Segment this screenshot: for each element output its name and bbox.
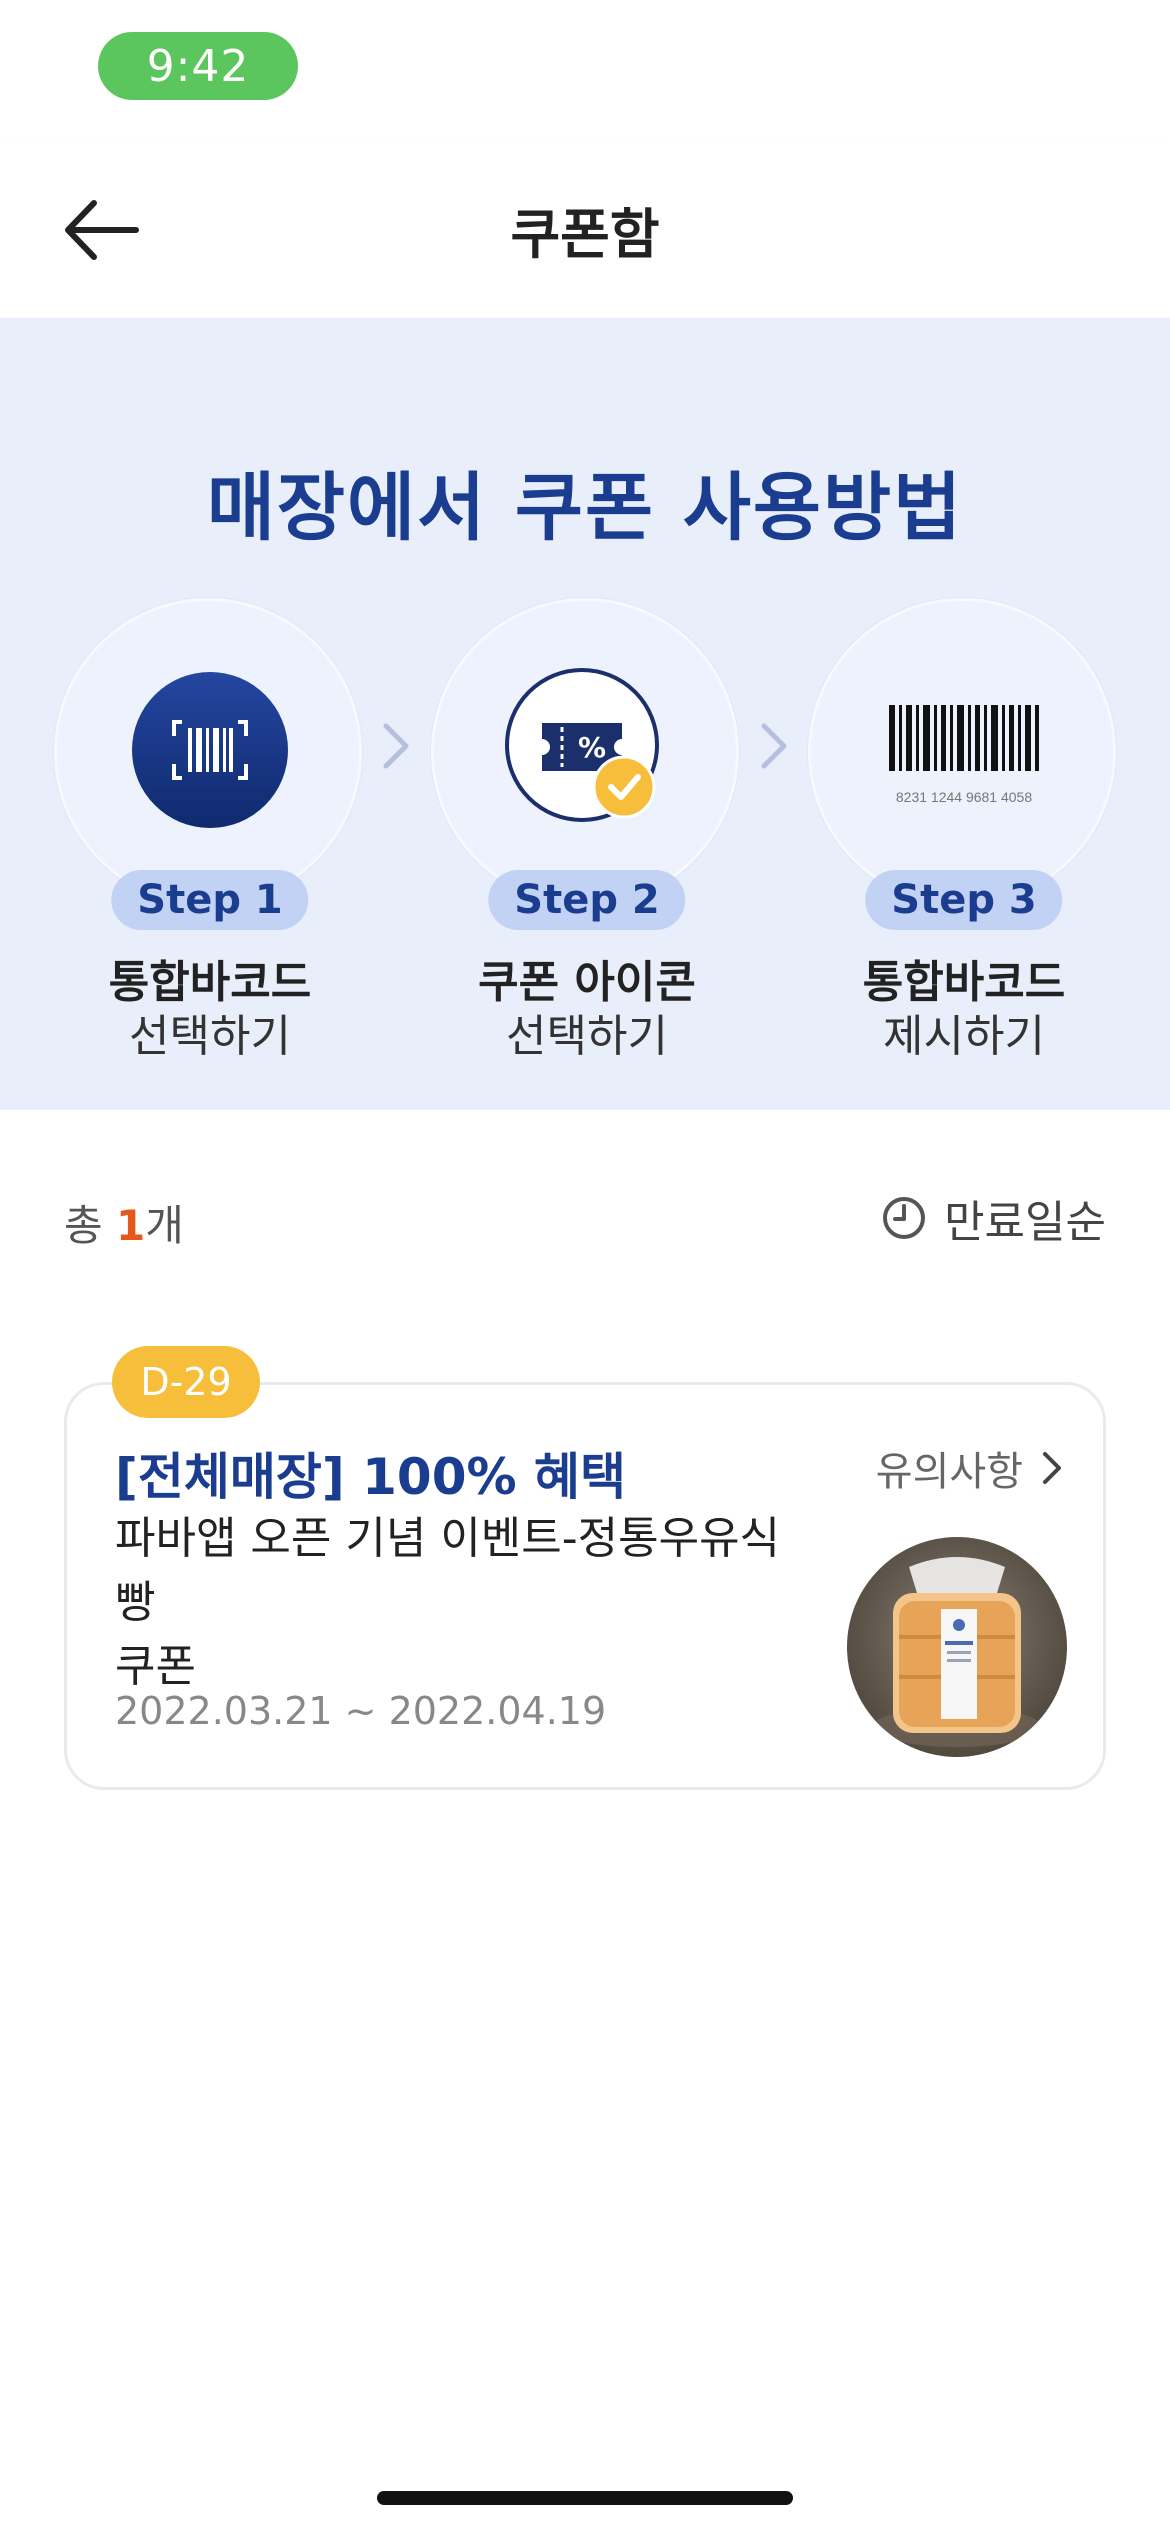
chevron-right-icon xyxy=(1043,1452,1061,1484)
barcode-icon: 8231 1244 9681 4058 xyxy=(884,699,1044,805)
guide-step-1: Step 1 통합바코드 선택하기 xyxy=(50,598,370,1088)
barcode-number: 8231 1244 9681 4058 xyxy=(895,789,1033,805)
coupon-card[interactable]: [전체매장] 100% 혜택 유의사항 파바앱 오픈 기념 이벤트-정통우유식빵… xyxy=(64,1382,1106,1790)
step-badge: Step 2 xyxy=(488,870,686,930)
barcode-scan-icon xyxy=(132,672,288,832)
guide-step-2: % Step 2 쿠폰 아이콘 선택하기 xyxy=(427,598,747,1088)
step-subtitle: 선택하기 xyxy=(506,1011,668,1062)
notice-label: 유의사항 xyxy=(875,1449,1023,1495)
chevron-right-icon xyxy=(383,723,409,769)
coupon-count: 총 1개 xyxy=(64,1192,184,1253)
chevron-right-icon xyxy=(761,723,787,769)
dday-badge: D-29 xyxy=(112,1346,260,1418)
notice-link[interactable]: 유의사항 xyxy=(876,1439,1063,1497)
status-time: 9:42 xyxy=(98,32,298,100)
coupon-description: 파바앱 오픈 기념 이벤트-정통우유식빵 쿠폰 xyxy=(115,1507,815,1699)
count-suffix: 개 xyxy=(145,1201,184,1250)
product-image xyxy=(847,1537,1067,1757)
app-header: 쿠폰함 xyxy=(0,140,1170,318)
status-bar: 9:42 xyxy=(0,0,1170,140)
coupon-ticket-check-icon: % xyxy=(502,665,672,839)
step-badge: Step 1 xyxy=(111,870,309,930)
coupon-usage-guide: 매장에서 쿠폰 사용방법 Step 1 통합바코드 선택하기 % Step 2 … xyxy=(0,318,1170,1110)
step-subtitle: 제시하기 xyxy=(883,1011,1045,1062)
sort-expiry-button[interactable]: 만료일순 xyxy=(880,1186,1106,1250)
guide-title: 매장에서 쿠폰 사용방법 xyxy=(206,465,964,551)
count-prefix: 총 xyxy=(64,1201,116,1250)
coupon-desc-line1: 파바앱 오픈 기념 이벤트-정통우유식빵 xyxy=(115,1513,781,1628)
coupon-period: 2022.03.21 ~ 2022.04.19 xyxy=(115,1689,607,1733)
count-number: 1 xyxy=(116,1201,146,1250)
coupon-title: [전체매장] 100% 혜택 xyxy=(115,1448,626,1506)
sort-label: 만료일순 xyxy=(944,1197,1106,1248)
step-subtitle: 선택하기 xyxy=(129,1011,291,1062)
page-title: 쿠폰함 xyxy=(510,203,660,266)
guide-step-3: 8231 1244 9681 4058 Step 3 통합바코드 제시하기 xyxy=(804,598,1124,1088)
svg-text:%: % xyxy=(578,731,606,764)
step-badge: Step 3 xyxy=(865,870,1063,930)
clock-icon xyxy=(883,1197,926,1239)
home-indicator xyxy=(377,2491,793,2505)
